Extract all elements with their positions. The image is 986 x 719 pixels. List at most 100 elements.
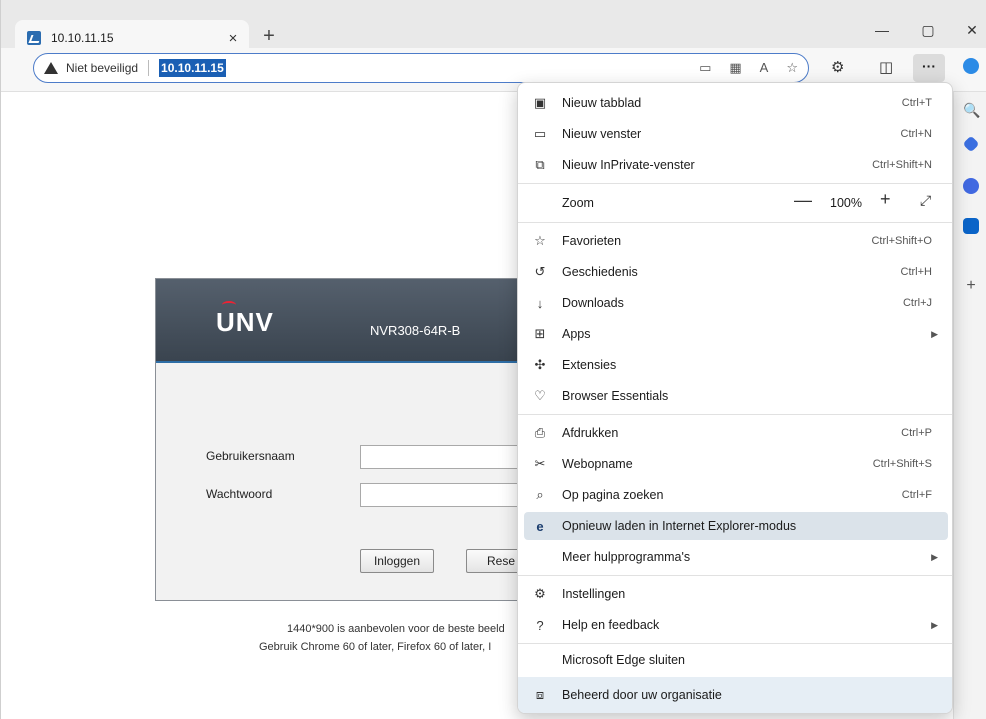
inprivate-icon: ⧉ xyxy=(535,157,545,172)
menu-print[interactable]: ⎙ Afdrukken Ctrl+P xyxy=(524,419,948,447)
unv-logo: UNV xyxy=(216,307,274,337)
address-separator xyxy=(148,60,150,76)
chevron-right-icon: ▶ xyxy=(931,328,938,339)
login-panel: UNV NVR308-64R-B Gebruikersnaam Wachtwoo… xyxy=(155,278,530,601)
menu-managed-by-org[interactable]: ⧈ Beheerd door uw organisatie xyxy=(518,677,952,713)
menu-downloads[interactable]: ↓ Downloads Ctrl+J xyxy=(524,289,948,317)
menu-new-tab-shortcut: Ctrl+T xyxy=(901,97,932,109)
menu-new-window-shortcut: Ctrl+N xyxy=(900,128,932,140)
split-screen-icon[interactable]: ◫ xyxy=(879,58,893,76)
close-window-button[interactable]: ✕ xyxy=(949,22,986,39)
shopping-tag-icon[interactable] xyxy=(962,135,980,153)
search-icon[interactable]: 🔍 xyxy=(963,102,980,118)
extensions-icon[interactable]: ⚙ xyxy=(831,58,844,76)
menu-favorites[interactable]: ☆ Favorieten Ctrl+Shift+O xyxy=(524,227,948,255)
window-top-strip xyxy=(1,0,986,8)
edge-sidebar: 🔍 + xyxy=(953,58,986,719)
chevron-right-icon: ▶ xyxy=(931,551,938,562)
resolution-note: 1440*900 is aanbevolen voor de beste bee… xyxy=(287,623,505,635)
menu-close-edge[interactable]: Microsoft Edge sluiten xyxy=(524,646,948,674)
add-sidebar-app-icon[interactable]: + xyxy=(963,278,979,294)
menu-new-window-label: Nieuw venster xyxy=(562,127,642,141)
maximize-button[interactable]: ▢ xyxy=(905,22,951,39)
new-tab-icon: ▣ xyxy=(533,95,547,110)
menu-web-capture[interactable]: ✂ Webopname Ctrl+Shift+S xyxy=(524,450,948,478)
settings-menu: ▣ Nieuw tabblad Ctrl+T ▭ Nieuw venster C… xyxy=(517,82,953,714)
menu-browser-essentials[interactable]: ♡ Browser Essentials xyxy=(524,382,948,410)
menu-new-inprivate-shortcut: Ctrl+Shift+N xyxy=(872,159,932,171)
password-input[interactable] xyxy=(360,483,530,507)
device-model: NVR308-64R-B xyxy=(370,323,461,338)
zoom-out-button[interactable]: — xyxy=(794,190,812,211)
security-status[interactable]: Niet beveiligd xyxy=(66,61,138,75)
menu-close-edge-label: Microsoft Edge sluiten xyxy=(562,653,685,667)
outlook-icon[interactable] xyxy=(963,218,979,234)
login-button[interactable]: Inloggen xyxy=(360,549,434,573)
password-label: Wachtwoord xyxy=(206,487,273,501)
help-icon: ? xyxy=(536,617,544,633)
menu-extensions-label: Extensies xyxy=(562,358,617,372)
url-text[interactable]: 10.10.11.15 xyxy=(159,59,226,77)
app-available-icon[interactable]: ▭ xyxy=(699,60,711,76)
menu-new-tab[interactable]: ▣ Nieuw tabblad Ctrl+T xyxy=(524,89,948,117)
minimize-button[interactable]: — xyxy=(859,22,905,38)
history-icon: ↺ xyxy=(534,264,546,279)
fullscreen-icon[interactable]: ⤢ xyxy=(920,192,931,209)
read-aloud-icon[interactable]: A xyxy=(760,60,769,76)
menu-find-on-page[interactable]: ⌕ Op pagina zoeken Ctrl+F xyxy=(524,481,948,509)
web-capture-icon: ✂ xyxy=(534,456,546,471)
tab-bar: 10.10.11.15 × + — ▢ ✕ xyxy=(1,8,986,56)
menu-settings[interactable]: ⚙ Instellingen xyxy=(524,580,948,608)
menu-extensions[interactable]: ✣ Extensies xyxy=(524,351,948,379)
menu-print-label: Afdrukken xyxy=(562,426,619,440)
menu-separator xyxy=(518,575,952,576)
menu-more-tools-label: Meer hulpprogramma's xyxy=(562,550,691,564)
address-bar-icons: ▭ ▦ A ☆ xyxy=(699,60,798,76)
menu-new-window[interactable]: ▭ Nieuw venster Ctrl+N xyxy=(524,120,948,148)
favorites-icon: ☆ xyxy=(534,233,546,248)
menu-downloads-label: Downloads xyxy=(562,296,624,310)
settings-and-more-button[interactable]: ··· xyxy=(913,54,945,82)
menu-new-inprivate-label: Nieuw InPrivate-venster xyxy=(562,158,695,172)
menu-help[interactable]: ? Help en feedback ▶ xyxy=(524,611,948,639)
menu-favorites-shortcut: Ctrl+Shift+O xyxy=(871,235,932,247)
menu-separator xyxy=(518,183,952,184)
apps-icon: ⊞ xyxy=(534,326,546,341)
menu-separator xyxy=(518,643,952,644)
menu-new-tab-label: Nieuw tabblad xyxy=(562,96,642,110)
menu-history-label: Geschiedenis xyxy=(562,265,638,279)
copilot-icon[interactable] xyxy=(963,58,979,74)
menu-webcapture-label: Webopname xyxy=(562,457,633,471)
menu-print-shortcut: Ctrl+P xyxy=(901,427,932,439)
tab-title: 10.10.11.15 xyxy=(51,31,114,45)
menu-more-tools[interactable]: Meer hulpprogramma's ▶ xyxy=(524,543,948,571)
menu-favorites-label: Favorieten xyxy=(562,234,622,248)
menu-webcapture-shortcut: Ctrl+Shift+S xyxy=(872,458,932,470)
briefcase-icon: ⧈ xyxy=(535,687,545,702)
username-input[interactable] xyxy=(360,445,530,469)
menu-settings-label: Instellingen xyxy=(562,587,626,601)
download-icon: ↓ xyxy=(536,295,544,311)
new-tab-button[interactable]: + xyxy=(257,26,281,46)
menu-new-inprivate[interactable]: ⧉ Nieuw InPrivate-venster Ctrl+Shift+N xyxy=(524,151,948,179)
find-page-icon: ⌕ xyxy=(536,487,544,502)
office-icon[interactable] xyxy=(963,178,979,194)
menu-find-shortcut: Ctrl+F xyxy=(901,489,932,501)
address-bar[interactable]: Niet beveiligd 10.10.11.15 ▭ ▦ A ☆ xyxy=(33,53,809,83)
favorite-star-icon[interactable]: ☆ xyxy=(786,60,798,76)
browser-window: 10.10.11.15 × + — ▢ ✕ Niet beveiligd 10.… xyxy=(0,0,986,719)
tab-close-icon[interactable]: × xyxy=(221,30,245,47)
login-header: UNV NVR308-64R-B xyxy=(156,279,524,363)
qr-code-icon[interactable]: ▦ xyxy=(729,60,741,76)
menu-find-label: Op pagina zoeken xyxy=(562,488,664,502)
heart-pulse-icon: ♡ xyxy=(534,388,546,403)
warning-icon xyxy=(44,62,58,74)
zoom-in-button[interactable]: + xyxy=(880,189,891,210)
menu-essentials-label: Browser Essentials xyxy=(562,389,669,403)
extensions-puzzle-icon: ✣ xyxy=(534,357,546,372)
menu-ie-mode[interactable]: e Opnieuw laden in Internet Explorer-mod… xyxy=(524,512,948,540)
menu-apps[interactable]: ⊞ Apps ▶ xyxy=(524,320,948,348)
menu-apps-label: Apps xyxy=(562,327,591,341)
menu-history[interactable]: ↺ Geschiedenis Ctrl+H xyxy=(524,258,948,286)
menu-downloads-shortcut: Ctrl+J xyxy=(902,297,932,309)
